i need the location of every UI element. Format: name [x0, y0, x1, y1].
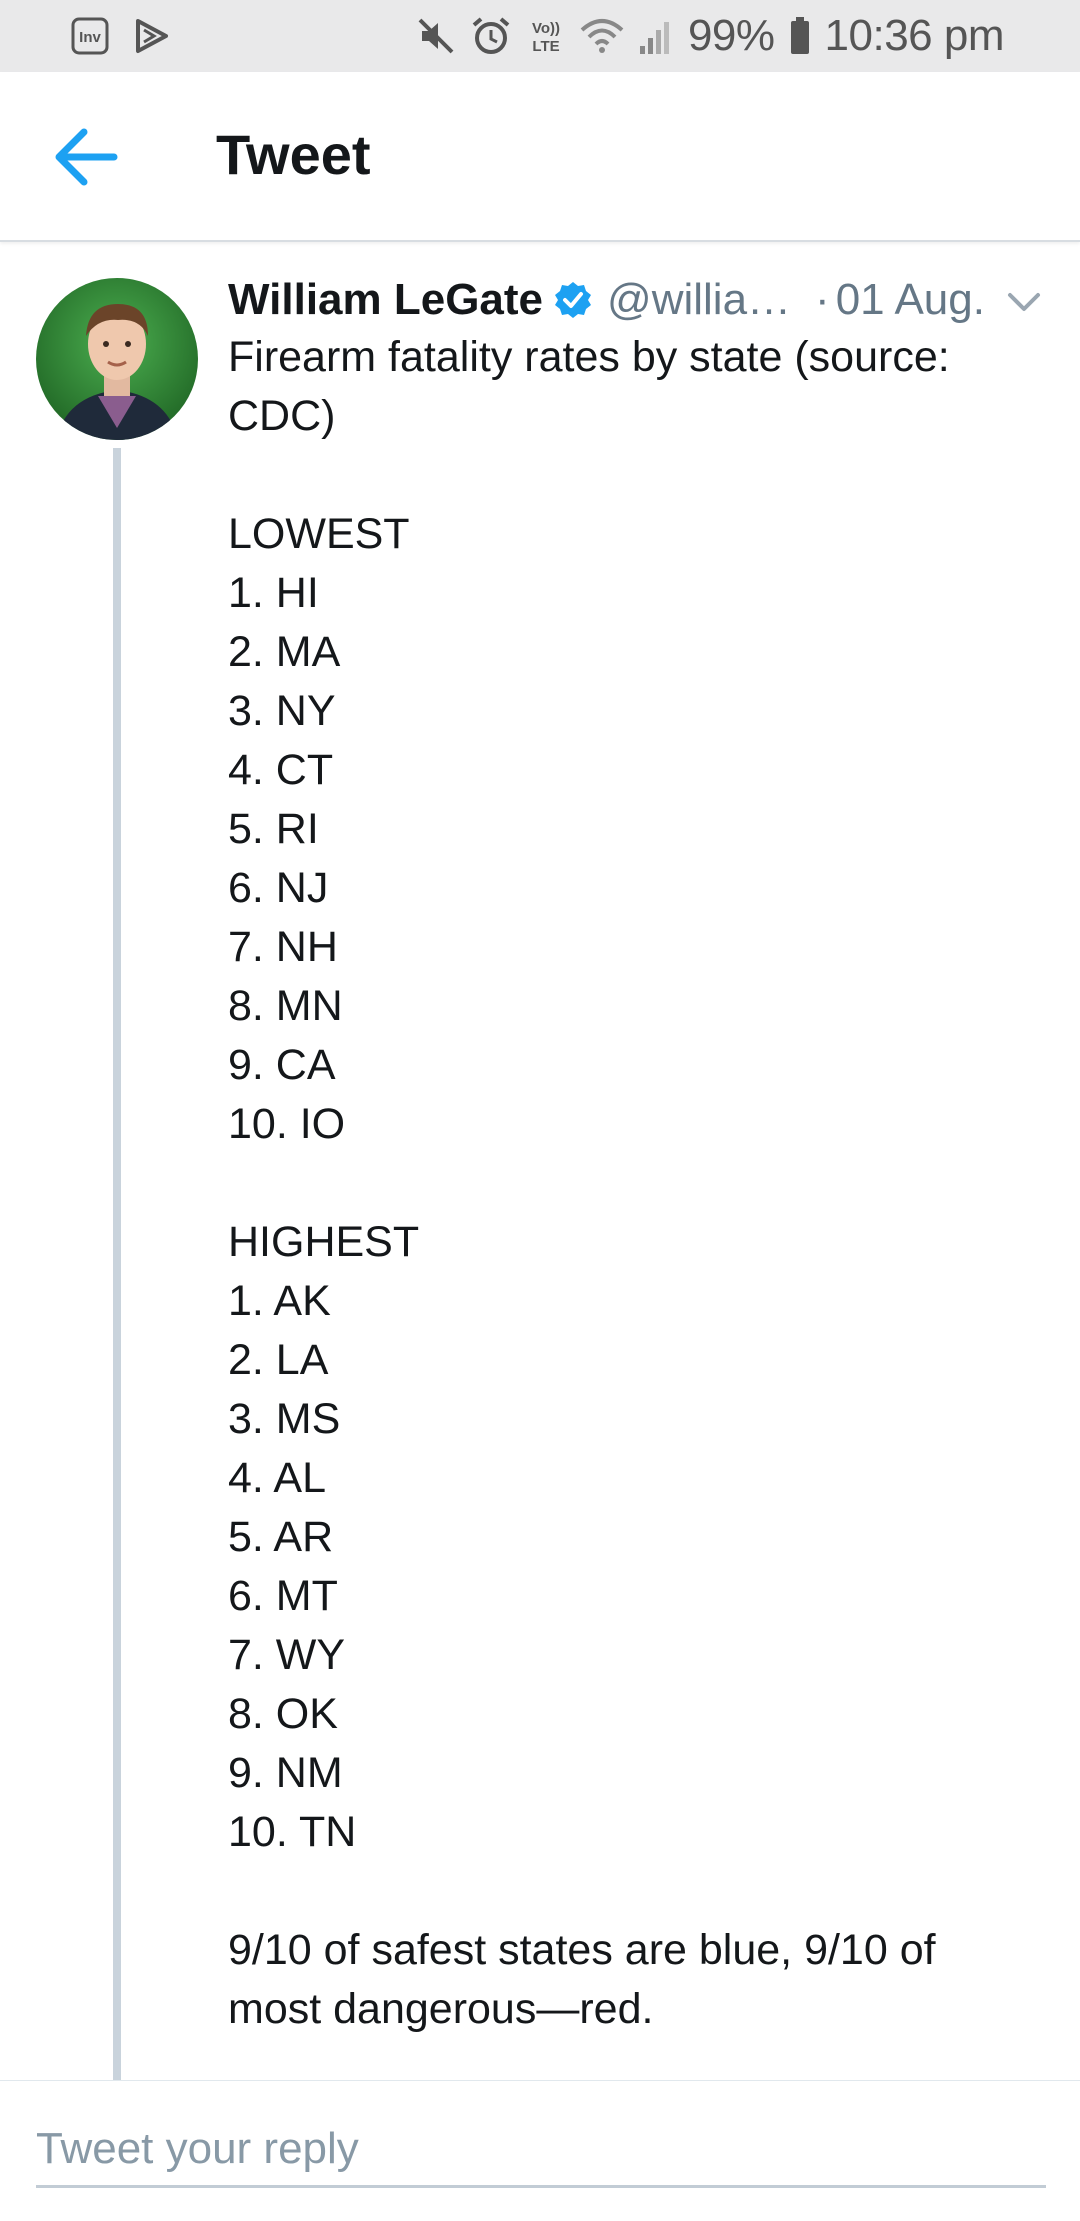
tweet-text-line: 3. MS	[228, 1395, 341, 1443]
tweet-text-line: 9. NM	[228, 1749, 343, 1797]
tweet-text-blank-line	[228, 1154, 1008, 1213]
tweet-text-blank-line	[228, 446, 1008, 505]
inv-app-icon: Inv	[70, 16, 110, 56]
back-button[interactable]	[50, 124, 120, 190]
tweet-text-line: 8. MN	[228, 982, 343, 1030]
battery-percent: 99%	[687, 11, 775, 60]
tweet-text-line: 7. NH	[228, 923, 338, 971]
signal-icon	[638, 16, 674, 56]
tweet-text-line: 3. NY	[228, 687, 336, 735]
verified-badge-icon	[553, 280, 593, 320]
page-title: Tweet	[216, 123, 371, 186]
tweet-text-line: 5. AR	[228, 1513, 334, 1561]
tweet-header: William LeGate @willia… · 01 Aug.	[228, 270, 1058, 330]
wifi-icon	[580, 16, 624, 56]
tweet-text-line: most dangerous—red.	[228, 1985, 654, 2033]
battery-icon	[789, 16, 811, 56]
status-bar: Inv Vo)) LTE 99% 10:36 pm	[0, 0, 1080, 72]
tweet-text-line: 10. TN	[228, 1808, 357, 1856]
tweet-timestamp[interactable]: 01 Aug.	[836, 275, 985, 325]
status-bar-left: Inv	[70, 14, 172, 58]
author-handle[interactable]: @willia…	[607, 275, 791, 325]
play-store-icon	[132, 16, 172, 56]
tweet-text-line: 9. CA	[228, 1041, 336, 1089]
tweet-text-line: 2. LA	[228, 1336, 329, 1384]
tweet-text-line: 2. MA	[228, 628, 341, 676]
tweet-options-button[interactable]	[1002, 280, 1046, 324]
reply-input[interactable]	[36, 2113, 1046, 2188]
tweet-text-line: LOWEST	[228, 510, 410, 558]
chevron-down-icon	[1002, 293, 1046, 328]
avatar[interactable]	[36, 278, 198, 440]
svg-text:Inv: Inv	[79, 29, 101, 46]
app-bar: Tweet	[0, 72, 1080, 242]
tweet-text-line: 6. MT	[228, 1572, 338, 1620]
status-time: 10:36 pm	[824, 11, 1005, 60]
tweet-text-line: 8. OK	[228, 1690, 338, 1738]
status-bar-right: Vo)) LTE 99% 10:36 pm	[416, 10, 1005, 62]
thread-line	[113, 448, 121, 2080]
tweet-text-line: 4. CT	[228, 746, 334, 794]
svg-text:LTE: LTE	[532, 38, 559, 55]
tweet-text-line: 1. HI	[228, 569, 319, 617]
alarm-icon	[470, 15, 512, 57]
tweet-text-blank-line	[228, 1862, 1008, 1921]
tweet-text-line: CDC)	[228, 392, 336, 440]
tweet-text-line: 4. AL	[228, 1454, 327, 1502]
reply-bar	[0, 2080, 1080, 2221]
tweet-text-line: 6. NJ	[228, 864, 329, 912]
author-name[interactable]: William LeGate	[228, 275, 543, 325]
tweet-text-line: 9/10 of safest states are blue, 9/10 of	[228, 1926, 936, 1974]
mute-icon	[416, 16, 456, 56]
volte-icon: Vo)) LTE	[526, 16, 566, 56]
tweet-text-line: HIGHEST	[228, 1218, 420, 1266]
tweet-text-line: 7. WY	[228, 1631, 346, 1679]
tweet-text-line: 5. RI	[228, 805, 319, 853]
svg-text:Vo)): Vo))	[532, 20, 560, 37]
tweet-text-line: Firearm fatality rates by state (source:	[228, 333, 950, 381]
tweet-text: Firearm fatality rates by state (source:…	[228, 328, 1008, 2039]
tweet-text-line: 10. IO	[228, 1100, 346, 1148]
dot-separator: ·	[815, 275, 830, 324]
tweet: William LeGate @willia… · 01 Aug. Firear…	[0, 242, 1080, 2080]
tweet-text-line: 1. AK	[228, 1277, 331, 1325]
arrow-left-icon	[50, 128, 120, 194]
